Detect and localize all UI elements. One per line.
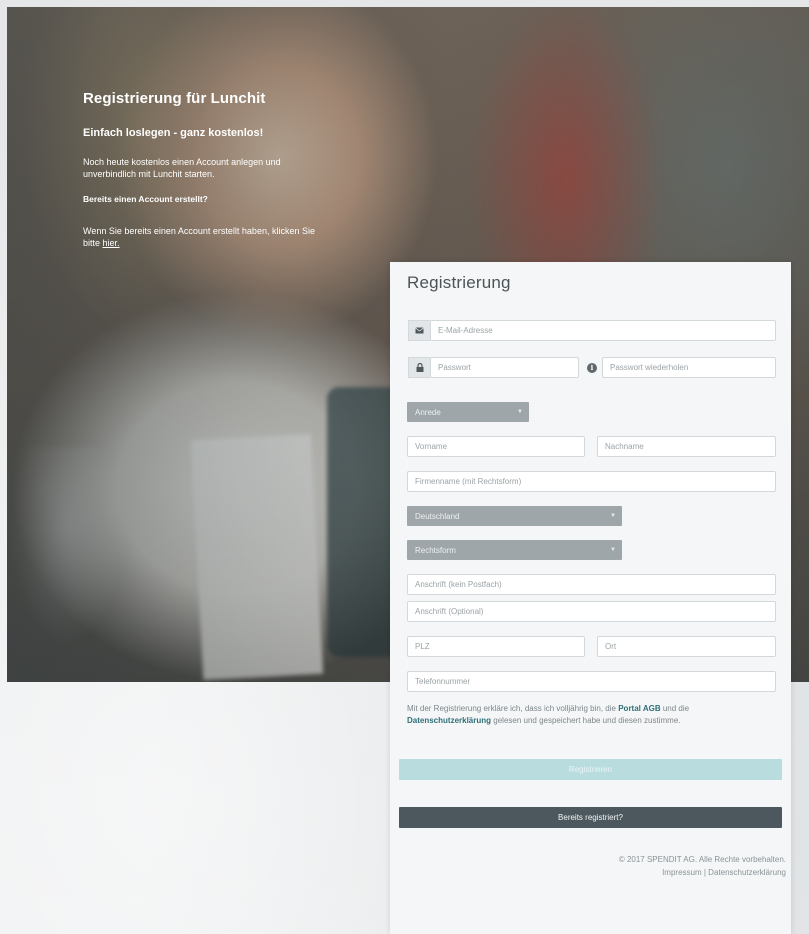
- chevron-down-icon: ▼: [610, 513, 616, 519]
- address-optional-field[interactable]: Anschrift (Optional): [407, 601, 776, 622]
- privacy-link[interactable]: Datenschutzerklärung: [407, 716, 491, 725]
- info-icon[interactable]: i: [587, 363, 597, 373]
- zip-field[interactable]: PLZ: [407, 636, 585, 657]
- already-registered-button[interactable]: Bereits registriert?: [399, 807, 782, 828]
- copyright: © 2017 SPENDIT AG. Alle Rechte vorbehalt…: [618, 855, 786, 864]
- hero-intro: Noch heute kostenlos einen Account anleg…: [83, 157, 281, 179]
- chevron-down-icon: ▼: [517, 409, 523, 415]
- legal-form-value: Rechtsform: [415, 546, 456, 555]
- hero-text: Registrierung für Lunchit Einfach losleg…: [83, 90, 333, 263]
- imprint-link[interactable]: Impressum: [662, 868, 702, 877]
- address-optional-placeholder: Anschrift (Optional): [415, 607, 484, 616]
- legal-form-select[interactable]: Rechtsform ▼: [407, 540, 622, 560]
- hero-account-link[interactable]: hier.: [103, 238, 120, 248]
- salutation-value: Anrede: [415, 408, 441, 417]
- email-field[interactable]: E-Mail-Adresse: [430, 320, 776, 341]
- email-placeholder: E-Mail-Adresse: [438, 326, 493, 335]
- legal-text-1: Mit der Registrierung erkläre ich, dass …: [407, 704, 616, 713]
- legal-text-2: und die: [662, 704, 690, 713]
- footer-links: Impressum | Datenschutzerklärung: [619, 866, 786, 879]
- password-placeholder: Passwort: [438, 363, 471, 372]
- lock-icon: [408, 357, 430, 378]
- envelope-icon: [408, 320, 430, 341]
- footer-separator: |: [703, 868, 706, 877]
- legal-notice: Mit der Registrierung erkläre ich, dass …: [407, 703, 767, 727]
- password-field[interactable]: Passwort: [430, 357, 579, 378]
- legal-text-3: gelesen und gespeichert habe und diesen …: [493, 716, 681, 725]
- city-placeholder: Ort: [605, 642, 617, 651]
- agb-link[interactable]: Portal AGB: [618, 704, 660, 713]
- phone-placeholder: Telefonnummer: [415, 677, 471, 686]
- address-field[interactable]: Anschrift (kein Postfach): [407, 574, 776, 595]
- form-title: Registrierung: [407, 273, 511, 292]
- password-repeat-placeholder: Passwort wiederholen: [610, 363, 689, 372]
- company-placeholder: Firmenname (mit Rechtsform): [415, 477, 522, 486]
- city-field[interactable]: Ort: [597, 636, 776, 657]
- company-field[interactable]: Firmenname (mit Rechtsform): [407, 471, 776, 492]
- country-select[interactable]: Deutschland ▼: [407, 506, 622, 526]
- privacy-policy-link[interactable]: Datenschutzerklärung: [708, 868, 786, 877]
- hero-account-heading: Bereits einen Account erstellt?: [83, 194, 208, 204]
- hero-title: Registrierung für Lunchit: [83, 90, 266, 107]
- firstname-field[interactable]: Vorname: [407, 436, 585, 457]
- firstname-placeholder: Vorname: [415, 442, 448, 451]
- password-repeat-field[interactable]: Passwort wiederholen: [602, 357, 776, 378]
- country-value: Deutschland: [415, 512, 460, 521]
- salutation-select[interactable]: Anrede ▼: [407, 402, 529, 422]
- zip-placeholder: PLZ: [415, 642, 430, 651]
- footer: © 2017 SPENDIT AG. Alle Rechte vorbehalt…: [619, 853, 786, 879]
- phone-field[interactable]: Telefonnummer: [407, 671, 776, 692]
- lastname-placeholder: Nachname: [605, 442, 644, 451]
- register-button[interactable]: Registrieren: [399, 759, 782, 780]
- hero-subtitle: Einfach loslegen - ganz kostenlos!: [83, 127, 264, 139]
- registration-card: Registrierung E-Mail-Adresse Passwort i …: [390, 262, 791, 934]
- chevron-down-icon: ▼: [610, 547, 616, 553]
- hero-account-text: Wenn Sie bereits einen Account erstellt …: [83, 225, 333, 249]
- address-placeholder: Anschrift (kein Postfach): [415, 580, 502, 589]
- lastname-field[interactable]: Nachname: [597, 436, 776, 457]
